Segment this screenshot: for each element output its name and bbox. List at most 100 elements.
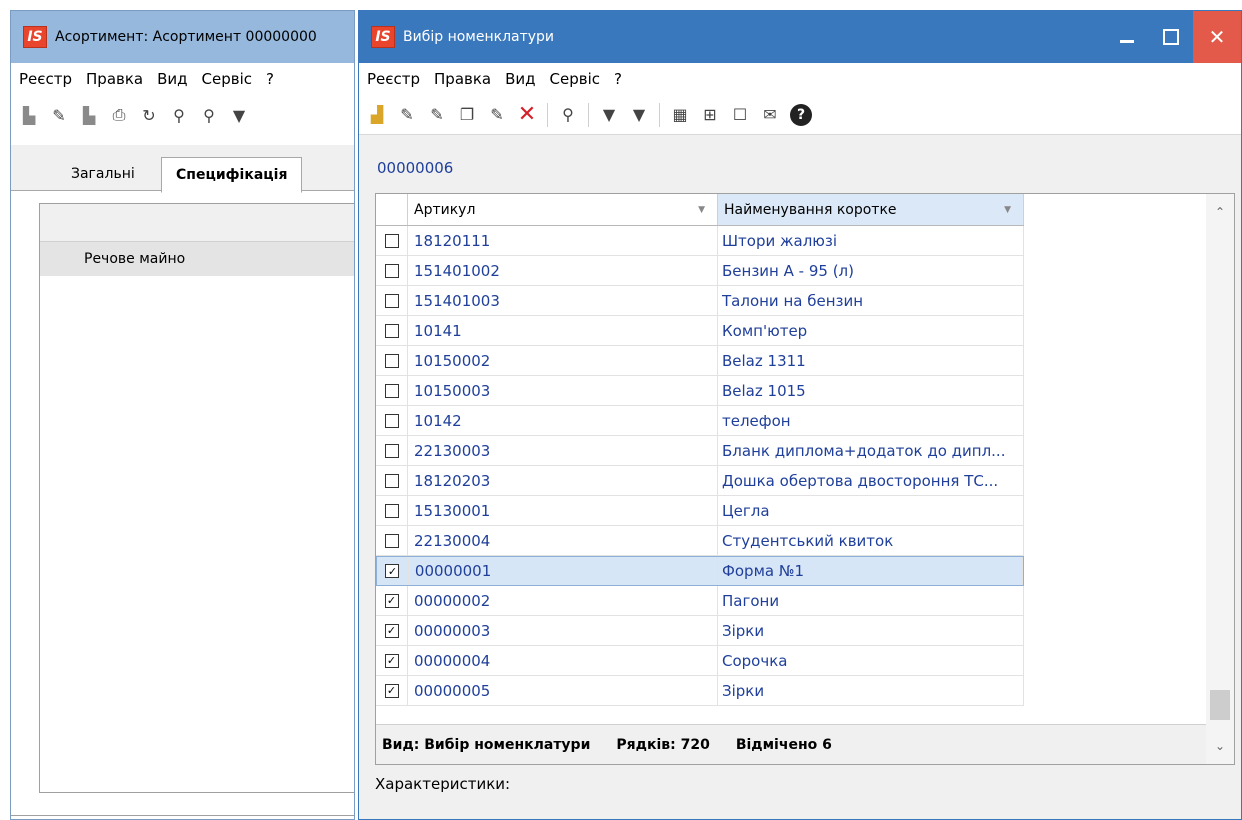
close-button[interactable]: ✕: [1193, 11, 1241, 63]
sort-arrow-icon[interactable]: ▼: [698, 205, 705, 215]
article-cell[interactable]: 151401003: [408, 286, 718, 315]
bg-list-item[interactable]: Речове майно: [40, 242, 354, 276]
tree-view-icon[interactable]: ⊞: [700, 105, 720, 125]
table-row[interactable]: 151401002 Бензин А - 95 (л): [376, 256, 1024, 286]
bg-menu-help[interactable]: ?: [266, 70, 274, 88]
name-cell[interactable]: Бензин А - 95 (л): [718, 256, 1024, 285]
print-icon[interactable]: ⎙: [109, 105, 129, 125]
form-icon[interactable]: ☐: [730, 105, 750, 125]
article-cell[interactable]: 00000002: [408, 586, 718, 615]
menu-help[interactable]: ?: [614, 70, 622, 88]
row-checkbox[interactable]: ✓: [384, 683, 399, 698]
bg-menu-service[interactable]: Сервіс: [202, 70, 252, 88]
row-checkbox[interactable]: [384, 413, 399, 428]
table-row[interactable]: ✓ 00000004 Сорочка: [376, 646, 1024, 676]
table-row[interactable]: 15130001 Цегла: [376, 496, 1024, 526]
filter-icon[interactable]: ▼: [599, 105, 619, 125]
article-cell[interactable]: 00000001: [409, 557, 718, 585]
article-cell[interactable]: 22130004: [408, 526, 718, 555]
maximize-button[interactable]: [1149, 11, 1193, 63]
vertical-scrollbar[interactable]: ⌃ ⌄: [1206, 194, 1234, 764]
row-checkbox[interactable]: [384, 533, 399, 548]
bg-menu-edit[interactable]: Правка: [86, 70, 143, 88]
menu-edit[interactable]: Правка: [434, 70, 491, 88]
row-checkbox[interactable]: [384, 503, 399, 518]
table-row[interactable]: 10141 Комп'ютер: [376, 316, 1024, 346]
row-checkbox[interactable]: [384, 443, 399, 458]
paste-icon[interactable]: ▙: [79, 105, 99, 125]
name-cell[interactable]: Дошка обертова двостороння ТС...: [718, 466, 1024, 495]
table-row[interactable]: ✓ 00000002 Пагони: [376, 586, 1024, 616]
find-next-icon[interactable]: ⚲: [199, 105, 219, 125]
new-document-icon[interactable]: ✎: [49, 105, 69, 125]
table-row[interactable]: 10150002 Belaz 1311: [376, 346, 1024, 376]
article-cell[interactable]: 22130003: [408, 436, 718, 465]
name-cell[interactable]: Зірки: [718, 616, 1024, 645]
name-cell[interactable]: Штори жалюзі: [718, 226, 1024, 255]
name-cell[interactable]: Студентський квиток: [718, 526, 1024, 555]
refresh-icon[interactable]: ↻: [139, 105, 159, 125]
table-row[interactable]: 22130004 Студентський квиток: [376, 526, 1024, 556]
scroll-down-icon[interactable]: ⌄: [1206, 732, 1234, 760]
article-cell[interactable]: 10150003: [408, 376, 718, 405]
scrollbar-thumb[interactable]: [1210, 690, 1230, 720]
edit-document-icon[interactable]: ✎: [427, 105, 447, 125]
name-cell[interactable]: Сорочка: [718, 646, 1024, 675]
article-cell[interactable]: 10141: [408, 316, 718, 345]
column-header-article[interactable]: Артикул ▼: [408, 194, 718, 225]
menu-registry[interactable]: Реєстр: [367, 70, 420, 88]
article-cell[interactable]: 00000003: [408, 616, 718, 645]
sort-arrow-icon[interactable]: ▼: [1004, 205, 1011, 215]
table-icon[interactable]: ▦: [670, 105, 690, 125]
open-folder-icon[interactable]: ▟: [367, 105, 387, 125]
table-row[interactable]: 18120111 Штори жалюзі: [376, 226, 1024, 256]
name-cell[interactable]: Бланк диплома+додаток до дипл...: [718, 436, 1024, 465]
row-checkbox[interactable]: [384, 383, 399, 398]
menu-view[interactable]: Вид: [505, 70, 535, 88]
minimize-button[interactable]: [1105, 11, 1149, 63]
name-cell[interactable]: Пагони: [718, 586, 1024, 615]
bg-menu-registry[interactable]: Реєстр: [19, 70, 72, 88]
row-checkbox[interactable]: [384, 323, 399, 338]
search-icon[interactable]: ⚲: [169, 105, 189, 125]
row-checkbox[interactable]: ✓: [385, 564, 400, 578]
row-checkbox[interactable]: ✓: [384, 653, 399, 668]
help-icon[interactable]: ?: [790, 103, 812, 126]
table-row[interactable]: 22130003 Бланк диплома+додаток до дипл...: [376, 436, 1024, 466]
article-cell[interactable]: 00000004: [408, 646, 718, 675]
new-document-icon[interactable]: ✎: [397, 105, 417, 125]
table-row[interactable]: ✓ 00000005 Зірки: [376, 676, 1024, 706]
delete-icon[interactable]: ✕: [517, 102, 537, 127]
article-cell[interactable]: 10142: [408, 406, 718, 435]
name-cell[interactable]: Комп'ютер: [718, 316, 1024, 345]
table-row[interactable]: 10150003 Belaz 1015: [376, 376, 1024, 406]
row-checkbox[interactable]: [384, 263, 399, 278]
name-cell[interactable]: Талони на бензин: [718, 286, 1024, 315]
search-icon[interactable]: ⚲: [558, 105, 578, 125]
name-cell[interactable]: Цегла: [718, 496, 1024, 525]
table-row[interactable]: 151401003 Талони на бензин: [376, 286, 1024, 316]
name-cell[interactable]: Форма №1: [718, 557, 1023, 585]
table-row[interactable]: ✓ 00000001 Форма №1: [376, 556, 1024, 586]
tab-general[interactable]: Загальні: [57, 157, 149, 191]
article-cell[interactable]: 15130001: [408, 496, 718, 525]
table-row[interactable]: 18120203 Дошка обертова двостороння ТС...: [376, 466, 1024, 496]
mail-icon[interactable]: ✉: [760, 105, 780, 125]
dialog-titlebar[interactable]: IS Вибір номенклатури ✕: [359, 11, 1241, 63]
name-cell[interactable]: Зірки: [718, 676, 1024, 705]
article-cell[interactable]: 18120111: [408, 226, 718, 255]
name-cell[interactable]: Belaz 1311: [718, 346, 1024, 375]
row-checkbox[interactable]: [384, 233, 399, 248]
article-cell[interactable]: 00000005: [408, 676, 718, 705]
filter-icon[interactable]: ▼: [229, 105, 249, 125]
article-cell[interactable]: 151401002: [408, 256, 718, 285]
row-checkbox[interactable]: ✓: [384, 623, 399, 638]
clear-filter-icon[interactable]: ▼: [629, 105, 649, 125]
table-row[interactable]: 10142 телефон: [376, 406, 1024, 436]
bg-menu-view[interactable]: Вид: [157, 70, 187, 88]
tab-specification[interactable]: Специфікація: [161, 157, 303, 193]
row-checkbox[interactable]: ✓: [384, 593, 399, 608]
row-checkbox[interactable]: [384, 473, 399, 488]
table-row[interactable]: ✓ 00000003 Зірки: [376, 616, 1024, 646]
copy-icon[interactable]: ▙: [19, 105, 39, 125]
